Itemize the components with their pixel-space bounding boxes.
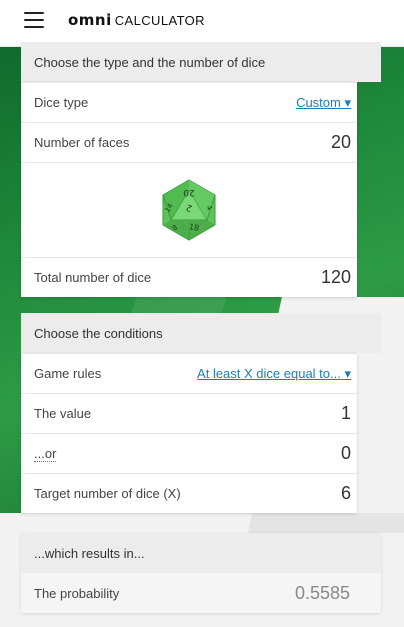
game-rules-select[interactable]: At least X dice equal to... ▾ xyxy=(197,366,351,382)
number-of-faces-input[interactable]: 20 xyxy=(331,132,351,153)
the-value-row: The value 1 xyxy=(21,393,357,433)
total-dice-label: Total number of dice xyxy=(34,270,152,285)
d20-dice-icon: 20 2 14 4 18 8 xyxy=(162,179,216,241)
or-value-input[interactable]: 0 xyxy=(341,443,351,464)
hamburger-menu-icon[interactable] xyxy=(24,12,44,28)
dice-section-title: Choose the type and the number of dice xyxy=(21,42,381,82)
or-value-label: ...or xyxy=(34,445,57,462)
dice-type-row: Dice type Custom ▾ xyxy=(21,82,357,122)
logo-calculator-text: CALCULATOR xyxy=(114,13,205,28)
results-section-title: ...which results in... xyxy=(21,533,381,573)
top-bar: omni CALCULATOR xyxy=(0,0,404,47)
probability-row: The probability 0.5585 xyxy=(21,573,381,613)
dice-type-select[interactable]: Custom ▾ xyxy=(296,95,351,111)
game-rules-row: Game rules At least X dice equal to... ▾ xyxy=(21,353,357,393)
the-value-input[interactable]: 1 xyxy=(341,403,351,424)
probability-output[interactable]: 0.5585 xyxy=(295,583,350,604)
logo-omni-text: omni xyxy=(68,11,112,29)
conditions-section: Choose the conditions Game rules At leas… xyxy=(21,313,381,513)
probability-label: The probability xyxy=(34,585,120,601)
dice-face-number: 18 xyxy=(188,222,200,233)
dice-face-number: 20 xyxy=(183,187,195,197)
game-rules-label: Game rules xyxy=(34,366,102,381)
dice-illustration: 20 2 14 4 18 8 xyxy=(21,162,357,257)
target-number-row: Target number of dice (X) 6 xyxy=(21,473,357,513)
target-number-label: Target number of dice (X) xyxy=(34,486,181,501)
results-section: ...which results in... The probability 0… xyxy=(21,533,381,613)
number-of-faces-row: Number of faces 20 xyxy=(21,122,357,162)
or-value-row: ...or 0 xyxy=(21,433,357,473)
omni-logo[interactable]: omni CALCULATOR xyxy=(68,11,205,29)
number-of-faces-label: Number of faces xyxy=(34,135,130,150)
background-strip xyxy=(247,513,404,533)
total-dice-row: Total number of dice 120 xyxy=(21,257,357,297)
conditions-section-title: Choose the conditions xyxy=(21,313,381,353)
dice-type-label: Dice type xyxy=(34,95,89,110)
target-number-input[interactable]: 6 xyxy=(341,483,351,504)
the-value-label: The value xyxy=(34,406,92,421)
total-dice-input[interactable]: 120 xyxy=(321,267,351,288)
dice-section: Choose the type and the number of dice D… xyxy=(21,42,381,297)
